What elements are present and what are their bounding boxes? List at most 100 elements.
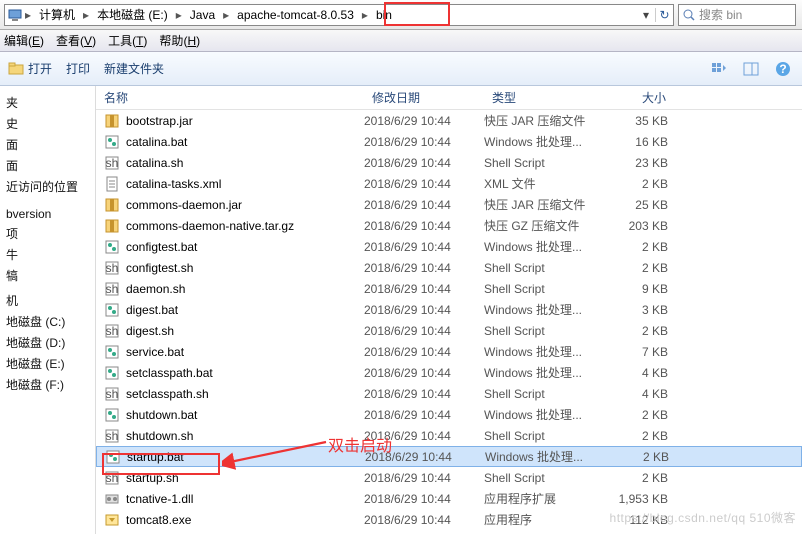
- file-size: 4 KB: [604, 387, 674, 401]
- file-name: digest.bat: [126, 303, 178, 317]
- file-type: Windows 批处理...: [484, 364, 604, 381]
- file-icon: sh: [104, 428, 120, 444]
- new-folder-button[interactable]: 新建文件夹: [104, 60, 164, 77]
- breadcrumb-segment[interactable]: 本地磁盘 (E:): [91, 5, 174, 25]
- file-size: 2 KB: [604, 261, 674, 275]
- file-row[interactable]: service.bat2018/6/29 10:44Windows 批处理...…: [96, 341, 802, 362]
- col-size[interactable]: 大小: [604, 89, 674, 106]
- sidebar-item[interactable]: 犒: [4, 265, 91, 286]
- preview-pane-icon[interactable]: [740, 58, 762, 80]
- file-icon: sh: [104, 386, 120, 402]
- file-row[interactable]: shutdown.bat2018/6/29 10:44Windows 批处理..…: [96, 404, 802, 425]
- sidebar-item[interactable]: 面: [4, 134, 91, 155]
- file-size: 1,953 KB: [604, 492, 674, 506]
- file-name: setclasspath.bat: [126, 366, 213, 380]
- file-size: 23 KB: [604, 156, 674, 170]
- refresh-icon[interactable]: ↻: [655, 8, 673, 22]
- menu-help[interactable]: 帮助(H): [159, 32, 200, 49]
- file-row[interactable]: shcatalina.sh2018/6/29 10:44Shell Script…: [96, 152, 802, 173]
- column-headers: 名称 修改日期 类型 大小: [96, 86, 802, 110]
- col-date[interactable]: 修改日期: [364, 89, 484, 106]
- file-row[interactable]: startup.bat2018/6/29 10:44Windows 批处理...…: [96, 446, 802, 467]
- svg-text:?: ?: [779, 62, 786, 76]
- sidebar-item[interactable]: 地磁盘 (D:): [4, 332, 91, 353]
- file-name: shutdown.sh: [126, 429, 193, 443]
- chevron-right-icon: ▸: [174, 8, 184, 22]
- sidebar-item[interactable]: 史: [4, 113, 91, 134]
- sidebar-item[interactable]: 近访问的位置: [4, 176, 91, 197]
- file-name: catalina.sh: [126, 156, 183, 170]
- file-icon: [104, 176, 120, 192]
- search-input[interactable]: 搜索 bin: [678, 4, 796, 26]
- file-type: Windows 批处理...: [484, 343, 604, 360]
- menu-bar: 编辑(E) 查看(V) 工具(T) 帮助(H): [0, 30, 802, 52]
- file-icon: [104, 218, 120, 234]
- file-row[interactable]: shsetclasspath.sh2018/6/29 10:44Shell Sc…: [96, 383, 802, 404]
- file-size: 2 KB: [604, 408, 674, 422]
- col-type[interactable]: 类型: [484, 89, 604, 106]
- col-name[interactable]: 名称: [96, 89, 364, 106]
- breadcrumb[interactable]: ▸ 计算机 ▸ 本地磁盘 (E:) ▸ Java ▸ apache-tomcat…: [4, 4, 674, 26]
- file-row[interactable]: commons-daemon-native.tar.gz2018/6/29 10…: [96, 215, 802, 236]
- file-row[interactable]: configtest.bat2018/6/29 10:44Windows 批处理…: [96, 236, 802, 257]
- file-row[interactable]: shstartup.sh2018/6/29 10:44Shell Script2…: [96, 467, 802, 488]
- file-row[interactable]: commons-daemon.jar2018/6/29 10:44快压 JAR …: [96, 194, 802, 215]
- file-size: 3 KB: [604, 303, 674, 317]
- file-row[interactable]: shshutdown.sh2018/6/29 10:44Shell Script…: [96, 425, 802, 446]
- menu-view[interactable]: 查看(V): [56, 32, 96, 49]
- breadcrumb-segment[interactable]: bin: [370, 5, 398, 25]
- folder-icon: [8, 61, 24, 77]
- sidebar-item[interactable]: 地磁盘 (F:): [4, 374, 91, 395]
- file-type: Windows 批处理...: [484, 301, 604, 318]
- file-size: 9 KB: [604, 282, 674, 296]
- file-row[interactable]: digest.bat 2018/6/29 10:44Windows 批处理...3…: [96, 299, 802, 320]
- print-button[interactable]: 打印: [66, 60, 90, 77]
- sidebar-item[interactable]: 夹: [4, 92, 91, 113]
- chevron-down-icon[interactable]: ▾: [637, 8, 655, 22]
- menu-tools[interactable]: 工具(T): [108, 32, 147, 49]
- open-button[interactable]: 打开: [8, 60, 52, 77]
- sidebar-item[interactable]: 面: [4, 155, 91, 176]
- file-type: Windows 批处理...: [484, 133, 604, 150]
- file-icon: sh: [104, 281, 120, 297]
- breadcrumb-segment[interactable]: 计算机: [33, 5, 81, 25]
- sidebar-item[interactable]: 机: [4, 290, 91, 311]
- file-date: 2018/6/29 10:44: [364, 303, 484, 317]
- file-row[interactable]: catalina-tasks.xml2018/6/29 10:44XML 文件2…: [96, 173, 802, 194]
- file-date: 2018/6/29 10:44: [364, 177, 484, 191]
- file-row[interactable]: catalina.bat2018/6/29 10:44Windows 批处理..…: [96, 131, 802, 152]
- file-row[interactable]: setclasspath.bat2018/6/29 10:44Windows 批…: [96, 362, 802, 383]
- file-name: shutdown.bat: [126, 408, 197, 422]
- file-size: 16 KB: [604, 135, 674, 149]
- file-date: 2018/6/29 10:44: [364, 345, 484, 359]
- file-list: bootstrap.jar2018/6/29 10:44快压 JAR 压缩文件3…: [96, 110, 802, 530]
- file-type: XML 文件: [484, 175, 604, 192]
- view-options-icon[interactable]: [708, 58, 730, 80]
- sidebar-item[interactable]: 牛: [4, 244, 91, 265]
- file-size: 2 KB: [604, 240, 674, 254]
- file-name: daemon.sh: [126, 282, 185, 296]
- help-icon[interactable]: ?: [772, 58, 794, 80]
- breadcrumb-segment[interactable]: Java: [184, 5, 221, 25]
- breadcrumb-segment[interactable]: apache-tomcat-8.0.53: [231, 5, 360, 25]
- file-row[interactable]: shdigest.sh2018/6/29 10:44Shell Script2 …: [96, 320, 802, 341]
- sidebar-item[interactable]: bversion: [4, 205, 91, 223]
- toolbar: 打开 打印 新建文件夹 ?: [0, 52, 802, 86]
- file-date: 2018/6/29 10:44: [364, 114, 484, 128]
- file-icon: [104, 134, 120, 150]
- file-type: Shell Script: [484, 324, 604, 338]
- file-icon: [104, 344, 120, 360]
- file-row[interactable]: tcnative-1.dll2018/6/29 10:44应用程序扩展1,953…: [96, 488, 802, 509]
- file-row[interactable]: bootstrap.jar2018/6/29 10:44快压 JAR 压缩文件3…: [96, 110, 802, 131]
- file-row[interactable]: shconfigtest.sh2018/6/29 10:44Shell Scri…: [96, 257, 802, 278]
- chevron-right-icon: ▸: [23, 8, 33, 22]
- file-type: Shell Script: [484, 282, 604, 296]
- sidebar-item[interactable]: 地磁盘 (E:): [4, 353, 91, 374]
- menu-edit[interactable]: 编辑(E): [4, 32, 44, 49]
- file-size: 7 KB: [604, 345, 674, 359]
- file-row[interactable]: shdaemon.sh2018/6/29 10:44Shell Script9 …: [96, 278, 802, 299]
- file-date: 2018/6/29 10:44: [364, 471, 484, 485]
- sidebar-item[interactable]: 地磁盘 (C:): [4, 311, 91, 332]
- computer-icon: [7, 7, 23, 23]
- sidebar-item[interactable]: 项: [4, 223, 91, 244]
